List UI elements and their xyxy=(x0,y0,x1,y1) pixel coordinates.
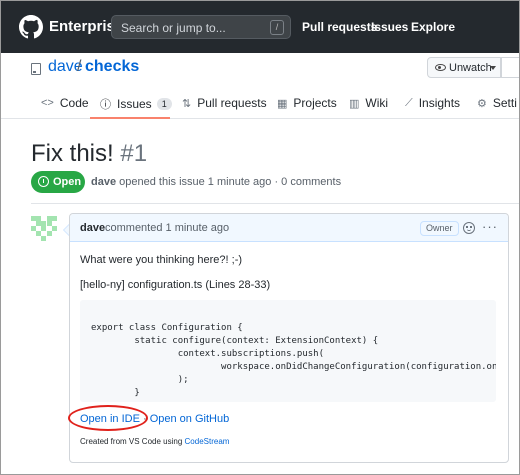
owner-badge: Owner xyxy=(420,221,459,236)
github-logo-icon[interactable] xyxy=(19,15,43,39)
comment-links: Open in IDE · Open on GitHub xyxy=(68,405,230,431)
nav-issues[interactable]: Issues xyxy=(371,20,408,34)
code-line: static configure(context: ExtensionConte… xyxy=(91,336,379,346)
code-block: export class Configuration { static conf… xyxy=(80,300,496,402)
insights-icon: ⟋ xyxy=(405,96,413,109)
comment-header: dave commented 1 minute ago Owner ··· xyxy=(70,214,508,242)
annotation-circle xyxy=(68,405,148,431)
status-badge: Open xyxy=(31,171,85,193)
issue-meta: dave opened this issue 1 minute ago · 0 … xyxy=(91,176,341,188)
created-prefix: Created from VS Code using xyxy=(80,437,183,446)
codestream-link[interactable]: CodeStream xyxy=(185,437,230,446)
tab-pull-requests[interactable]: ⇅ Pull requests xyxy=(182,96,267,110)
issue-title: Fix this! #1 xyxy=(31,140,147,168)
code-line: context.subscriptions.push( xyxy=(91,349,324,359)
browser-frame: Enterprise Search or jump to... / Pull r… xyxy=(0,0,520,475)
tab-label: Issues xyxy=(117,97,152,111)
status-label: Open xyxy=(53,176,82,188)
open-on-github-link[interactable]: Open on GitHub xyxy=(150,413,230,425)
eye-icon xyxy=(435,64,446,71)
issue-meta-text: opened this issue 1 minute ago · 0 comme… xyxy=(119,176,342,188)
tab-wiki[interactable]: ▥ Wiki xyxy=(349,96,388,110)
issue-author-link[interactable]: dave xyxy=(91,176,116,188)
tab-label: Insights xyxy=(418,96,461,110)
settings-icon: ⚙ xyxy=(477,97,487,110)
comment-box: dave commented 1 minute ago Owner ··· Wh… xyxy=(68,213,509,463)
repo-icon xyxy=(31,63,41,75)
tab-label: Projects xyxy=(293,96,337,110)
unwatch-label: Unwatch xyxy=(449,62,492,74)
tab-issues[interactable]: ⓘ Issues 1 xyxy=(100,96,172,112)
top-header: Enterprise Search or jump to... / Pull r… xyxy=(1,1,519,53)
pull-request-icon: ⇅ xyxy=(182,97,192,110)
selected-tab-indicator xyxy=(90,117,170,119)
search-input[interactable]: Search or jump to... / xyxy=(111,15,291,39)
code-line: } xyxy=(91,388,140,398)
projects-icon: ▦ xyxy=(277,97,288,110)
watch-count-box[interactable] xyxy=(501,57,519,78)
slash-shortcut-hint: / xyxy=(270,20,284,35)
kebab-menu-icon[interactable]: ··· xyxy=(482,219,498,234)
repo-name-link[interactable]: checks xyxy=(85,58,139,76)
smiley-icon[interactable] xyxy=(463,222,475,234)
issue-icon: ⓘ xyxy=(100,99,111,111)
comment-author-link[interactable]: dave xyxy=(80,222,105,234)
avatar[interactable] xyxy=(31,216,57,242)
issue-title-text: Fix this! xyxy=(31,140,114,167)
tab-insights[interactable]: ⟋ Insights xyxy=(405,96,460,110)
tab-label: Code xyxy=(59,96,89,110)
nav-pull-requests[interactable]: Pull requests xyxy=(302,20,377,34)
code-line: ); xyxy=(91,375,189,385)
tab-label: Wiki xyxy=(365,96,389,110)
unwatch-button[interactable]: Unwatch xyxy=(427,57,501,78)
repo-tabs: <> Code ⓘ Issues 1 ⇅ Pull requests ▦ Pro… xyxy=(1,89,519,119)
nav-explore[interactable]: Explore xyxy=(411,20,455,34)
chevron-down-icon xyxy=(490,66,496,70)
comment-body-text: What were you thinking here?! ;-) xyxy=(80,254,243,266)
tab-label: Pull requests xyxy=(197,96,267,110)
code-icon: <> xyxy=(41,97,54,109)
tab-projects[interactable]: ▦ Projects xyxy=(277,96,337,110)
created-from-note: Created from VS Code using CodeStream xyxy=(80,437,229,446)
issue-opened-icon xyxy=(38,176,49,187)
tab-code[interactable]: <> Code xyxy=(41,96,89,110)
comment-time-link[interactable]: commented 1 minute ago xyxy=(105,222,229,234)
divider xyxy=(31,203,519,204)
issue-number: #1 xyxy=(120,140,148,167)
tab-label: Setti xyxy=(492,96,517,110)
search-placeholder: Search or jump to... xyxy=(121,21,226,35)
repo-separator: / xyxy=(77,58,82,75)
issues-count-badge: 1 xyxy=(156,98,172,110)
code-line: export class Configuration { xyxy=(91,323,243,333)
code-line: workspace.onDidChangeConfiguration(confi… xyxy=(221,362,496,372)
tab-settings[interactable]: ⚙ Setti xyxy=(477,96,517,110)
wiki-icon: ▥ xyxy=(349,97,360,110)
comment-code-reference: [hello-ny] configuration.ts (Lines 28-33… xyxy=(80,279,271,291)
